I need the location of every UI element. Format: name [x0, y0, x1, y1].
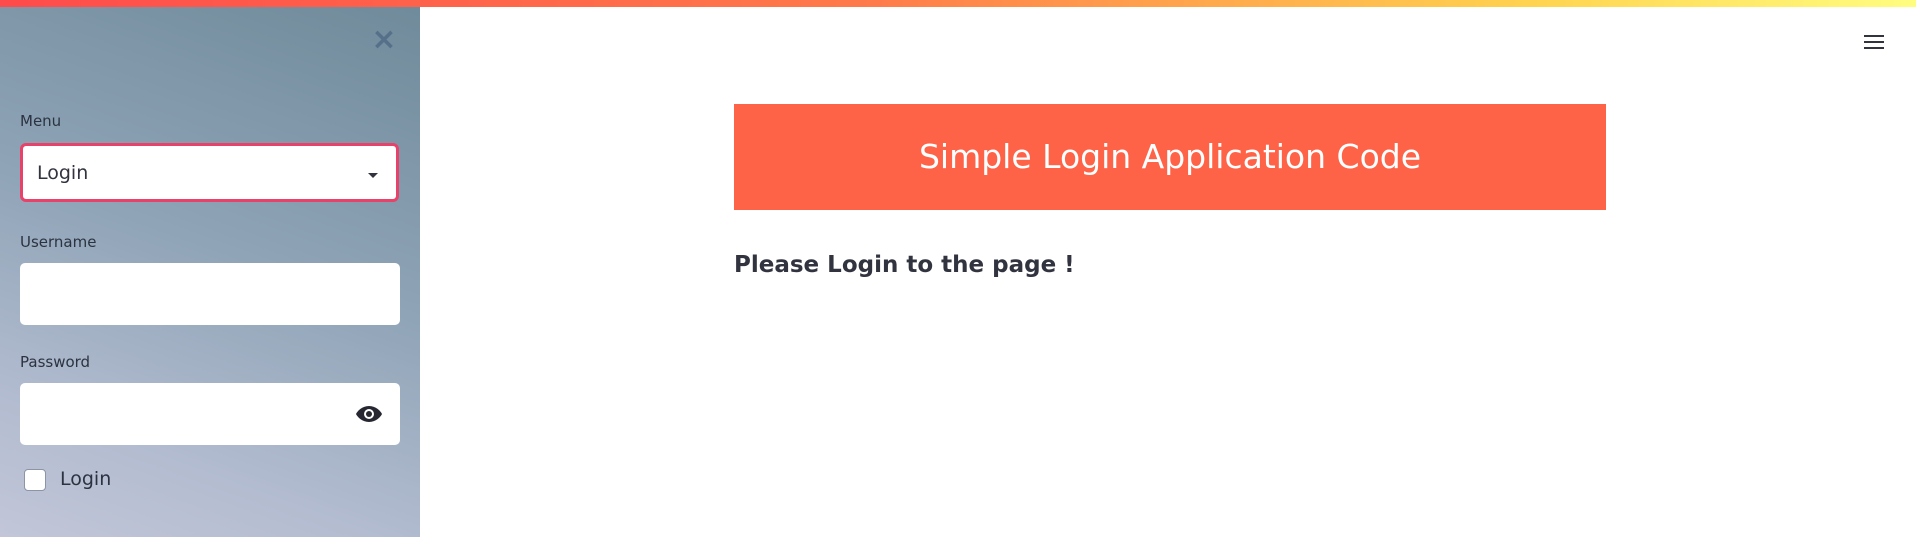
- login-prompt-heading: Please Login to the page !: [734, 252, 1075, 278]
- password-label: Password: [20, 353, 91, 371]
- eye-icon[interactable]: [354, 403, 384, 425]
- top-decoration-stripe: [0, 0, 1916, 7]
- page-title: Simple Login Application Code: [918, 137, 1422, 176]
- chevron-down-icon: [368, 173, 378, 178]
- menu-label: Menu: [20, 112, 62, 130]
- close-sidebar-button[interactable]: ×: [370, 25, 398, 55]
- hamburger-icon[interactable]: [1862, 32, 1886, 52]
- username-label: Username: [20, 233, 97, 251]
- password-input[interactable]: [20, 383, 400, 445]
- username-input[interactable]: [20, 263, 400, 325]
- login-checkbox[interactable]: [24, 469, 46, 491]
- close-icon[interactable]: ×: [371, 22, 396, 57]
- menu-select-value: Login: [37, 162, 89, 184]
- login-checkbox-label[interactable]: Login: [60, 468, 111, 490]
- menu-select[interactable]: Login: [20, 143, 399, 202]
- sidebar: × Menu Login Username Password Login: [0, 0, 420, 537]
- header-banner: Simple Login Application Code: [734, 104, 1606, 210]
